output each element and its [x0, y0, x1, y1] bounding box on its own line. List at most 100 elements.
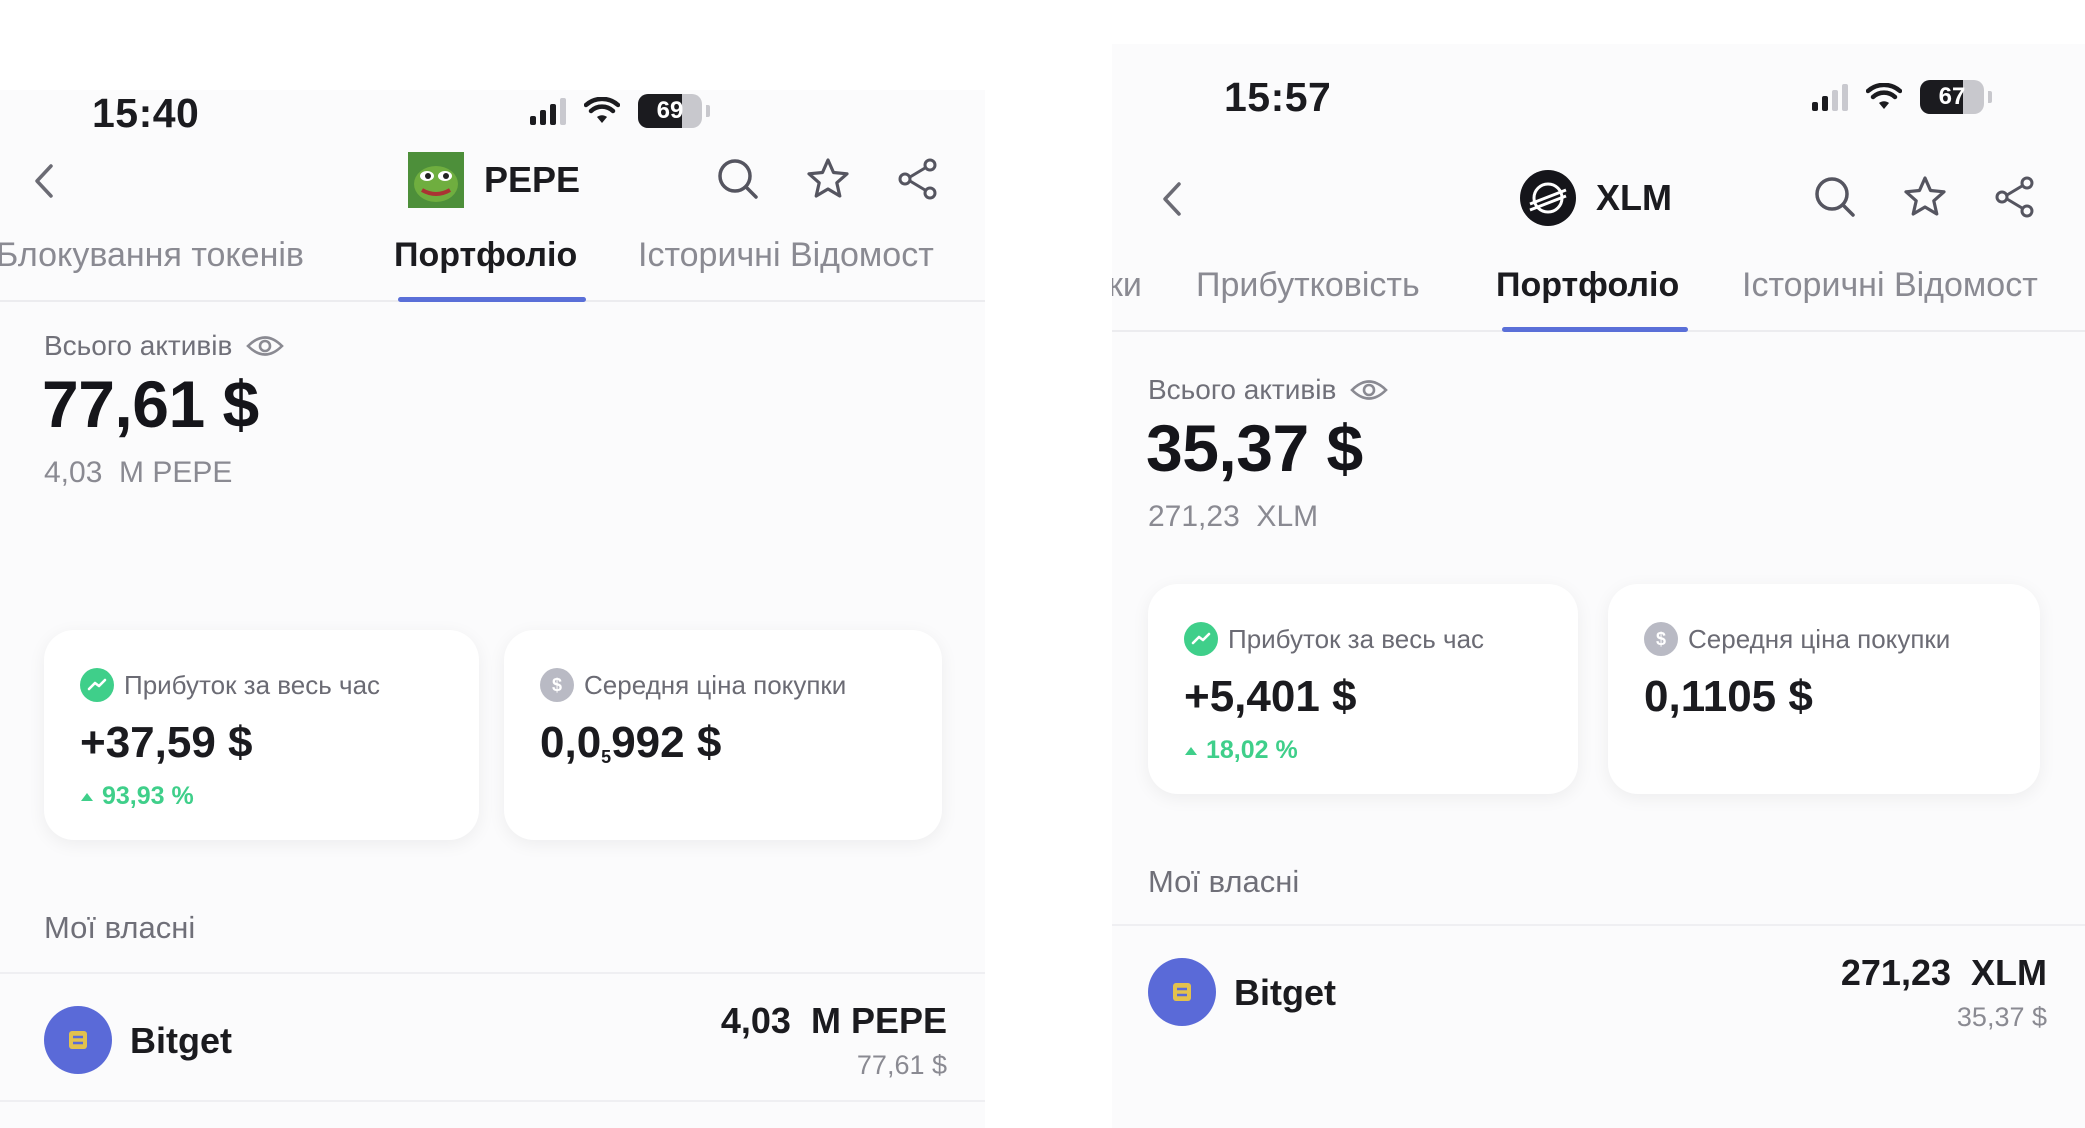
- profit-label: Прибуток за весь час: [80, 668, 380, 702]
- profit-value: +37,59 $: [80, 718, 253, 767]
- search-icon: [718, 159, 758, 199]
- screen-pepe-portfolio: 15:40 69 PEPE Блокування токенів Портфол…: [0, 90, 985, 1128]
- avg-price-label: $ Середня ціна покупки: [540, 668, 846, 702]
- coin-dollar-icon: $: [1644, 622, 1678, 656]
- search-icon: [1815, 177, 1855, 217]
- chevron-left-icon: [1163, 182, 1181, 216]
- profit-change-text: 18,02 %: [1206, 736, 1298, 764]
- holdings-title: Мої власні: [44, 910, 196, 945]
- coin-title: XLM: [1520, 170, 1672, 226]
- profit-label-text: Прибуток за весь час: [1228, 623, 1485, 654]
- bitget-logo-icon: [1148, 958, 1216, 1026]
- profit-label: Прибуток за весь час: [1184, 622, 1484, 656]
- coin-nav-bar: XLM: [1112, 166, 2085, 236]
- avg-price-main: 0,0: [540, 718, 602, 767]
- profit-change: 93,93 %: [80, 782, 194, 811]
- back-button[interactable]: [26, 156, 62, 206]
- holdings-title: Мої власні: [1148, 864, 1300, 899]
- status-icons: 67: [1812, 80, 1992, 114]
- share-button[interactable]: [1992, 174, 2038, 220]
- tab-partial[interactable]: ки: [1112, 266, 1142, 305]
- status-time: 15:57: [1224, 74, 1332, 120]
- avg-price-label-text: Середня ціна покупки: [1688, 623, 1951, 654]
- chevron-left-icon: [35, 164, 53, 198]
- wifi-icon: [584, 97, 620, 123]
- holding-amount: 271,23 XLM: [1840, 952, 2047, 993]
- cellular-signal-icon: [1812, 83, 1848, 111]
- favorite-button[interactable]: [1902, 174, 1948, 220]
- screen-xlm-portfolio: 15:57 67 XLM ки Прибутковість Портфоліо …: [1112, 44, 2085, 1128]
- eye-icon[interactable]: [246, 333, 285, 359]
- avg-price-value: 0,05992 $: [540, 718, 721, 768]
- profit-card: Прибуток за весь час +5,401 $ 18,02 %: [1148, 584, 1578, 794]
- nav-actions: [715, 156, 941, 202]
- coin-dollar-icon: $: [540, 668, 574, 702]
- battery-percent: 67: [1938, 83, 1966, 110]
- battery-tip: [1988, 91, 1992, 103]
- tab-profitability[interactable]: Прибутковість: [1196, 266, 1420, 305]
- profit-card: Прибуток за весь час +37,59 $ 93,93 %: [44, 630, 479, 840]
- battery-percent: 69: [656, 97, 684, 124]
- stellar-logo-icon: [1520, 170, 1576, 226]
- star-icon: [807, 158, 849, 198]
- search-button[interactable]: [715, 156, 761, 202]
- coin-title: PEPE: [408, 152, 580, 208]
- triangle-up-icon: [81, 792, 93, 801]
- active-tab-indicator: [1502, 327, 1688, 332]
- tab-token-lock[interactable]: Блокування токенів: [0, 236, 304, 275]
- search-button[interactable]: [1812, 174, 1858, 220]
- avg-price-zero-count: 5: [601, 747, 612, 767]
- tab-bar: ки Прибутковість Портфоліо Історичні Від…: [1112, 266, 2085, 332]
- share-button[interactable]: [895, 156, 941, 202]
- coin-nav-bar: PEPE: [0, 146, 985, 216]
- tab-bar: Блокування токенів Портфоліо Історичні В…: [0, 236, 985, 302]
- battery-indicator: 69: [638, 94, 702, 128]
- avg-price-card: $ Середня ціна покупки 0,1105 $: [1608, 584, 2040, 794]
- favorite-button[interactable]: [805, 156, 851, 202]
- avg-price-label: $ Середня ціна покупки: [1644, 622, 1950, 656]
- total-assets-label: Всього активів: [1148, 374, 1389, 406]
- trend-up-icon: [1184, 622, 1218, 656]
- coin-symbol: PEPE: [484, 159, 581, 200]
- tab-portfolio[interactable]: Портфоліо: [394, 236, 577, 275]
- avg-price-value: 0,1105 $: [1644, 672, 1813, 721]
- profit-value: +5,401 $: [1184, 672, 1357, 721]
- star-icon: [1904, 176, 1946, 216]
- coin-symbol: XLM: [1596, 177, 1672, 218]
- total-assets-amount: 271,23 XLM: [1148, 500, 1319, 533]
- back-button[interactable]: [1154, 174, 1190, 224]
- profit-label-text: Прибуток за весь час: [124, 669, 381, 700]
- holdings-divider: [0, 972, 985, 974]
- total-assets-value: 35,37 $: [1146, 411, 1363, 485]
- holdings-divider: [1112, 924, 2085, 926]
- avg-price-label-text: Середня ціна покупки: [584, 669, 847, 700]
- holding-amount: 4,03 M PEPE: [720, 1000, 947, 1041]
- exchange-name: Bitget: [130, 1020, 232, 1061]
- triangle-up-icon: [1185, 746, 1197, 755]
- tab-historical[interactable]: Історичні Відомост: [638, 236, 934, 275]
- share-icon: [898, 158, 937, 200]
- eye-icon[interactable]: [1350, 377, 1389, 403]
- pepe-frog-icon: [408, 152, 464, 208]
- share-icon: [1995, 176, 2034, 218]
- battery-tip: [706, 105, 710, 117]
- total-assets-label-text: Всього активів: [44, 330, 233, 361]
- holding-row[interactable]: Bitget 4,03 M PEPE 77,61 $: [0, 990, 985, 1100]
- bitget-logo-icon: [44, 1006, 112, 1074]
- holding-usd: 35,37 $: [1956, 1002, 2047, 1032]
- total-assets-label: Всього активів: [44, 330, 285, 362]
- tab-portfolio[interactable]: Портфоліо: [1496, 266, 1679, 305]
- active-tab-indicator: [398, 297, 586, 302]
- profit-change: 18,02 %: [1184, 736, 1298, 765]
- cellular-signal-icon: [530, 97, 566, 125]
- avg-price-tail: 992 $: [611, 718, 722, 767]
- holding-usd: 77,61 $: [856, 1050, 947, 1080]
- avg-price-card: $ Середня ціна покупки 0,05992 $: [504, 630, 942, 840]
- holding-row[interactable]: Bitget 271,23 XLM 35,37 $: [1112, 942, 2085, 1052]
- battery-indicator: 67: [1920, 80, 1984, 114]
- tab-historical[interactable]: Історичні Відомост: [1742, 266, 2038, 305]
- total-assets-amount: 4,03 M PEPE: [44, 456, 233, 489]
- trend-up-icon: [80, 668, 114, 702]
- total-assets-label-text: Всього активів: [1148, 374, 1337, 405]
- profit-change-text: 93,93 %: [102, 782, 194, 810]
